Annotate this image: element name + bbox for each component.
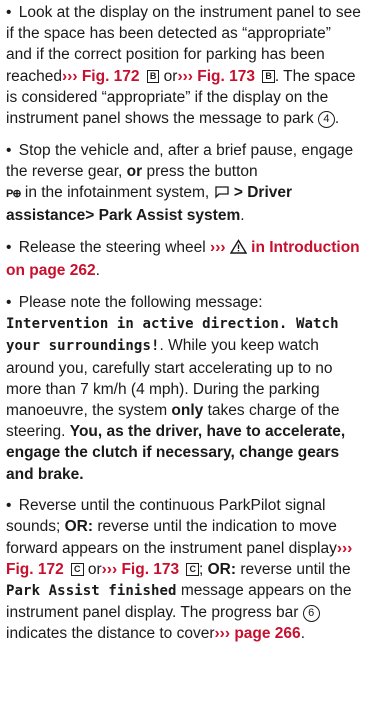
emphasis-or: OR: bbox=[207, 560, 237, 578]
figure-label-b: B bbox=[262, 69, 275, 83]
bullet: • bbox=[6, 239, 12, 257]
figure-label-b: B bbox=[146, 69, 160, 83]
instruction-item-5: • Reverse until the continuous ParkPilot… bbox=[6, 497, 353, 643]
bullet: • bbox=[6, 4, 12, 21]
figure-link-173[interactable]: ››› Fig. 173 bbox=[102, 561, 180, 578]
emphasis-only: only bbox=[171, 401, 204, 419]
bullet: • bbox=[6, 141, 12, 159]
callout-number-6: 6 bbox=[302, 605, 320, 623]
figure-label-c: C bbox=[71, 562, 84, 576]
bullet: • bbox=[6, 497, 12, 515]
bullet: • bbox=[6, 293, 12, 311]
manual-page: • Look at the display on the instrument … bbox=[0, 0, 367, 725]
instruction-item-1: • Look at the display on the instrument … bbox=[6, 4, 361, 129]
text: or bbox=[87, 560, 102, 578]
instruction-item-2: • Stop the vehicle and, after a brief pa… bbox=[6, 141, 354, 225]
display-message: Park Assist finished bbox=[6, 583, 177, 600]
instruction-item-3: • Release the steering wheel ››› in Intr… bbox=[6, 239, 360, 280]
text: in the infotainment system, bbox=[24, 184, 210, 202]
callout-number-4: 4 bbox=[317, 111, 335, 129]
text: reverse until the bbox=[240, 560, 351, 578]
text: Please note the following message: bbox=[18, 293, 263, 311]
page-link-266[interactable]: ››› page 266 bbox=[215, 625, 301, 642]
figure-link-172[interactable]: ››› Fig. 172 bbox=[62, 68, 140, 85]
text: or bbox=[163, 67, 178, 85]
menu-icon bbox=[214, 184, 230, 205]
text: indicates the distance to cover bbox=[6, 625, 215, 643]
emphasis-or: OR: bbox=[64, 518, 94, 536]
emphasis-or: or bbox=[126, 162, 143, 180]
instruction-item-4: • Please note the following message: Int… bbox=[6, 292, 361, 485]
park-assist-button-icon: P⊕ bbox=[6, 188, 22, 201]
warning-triangle-icon bbox=[229, 239, 248, 260]
text: Release the steering wheel bbox=[18, 239, 206, 257]
figure-link-173[interactable]: ››› Fig. 173 bbox=[177, 68, 255, 85]
figure-label-c: C bbox=[186, 562, 199, 576]
text: press the button bbox=[146, 162, 258, 180]
